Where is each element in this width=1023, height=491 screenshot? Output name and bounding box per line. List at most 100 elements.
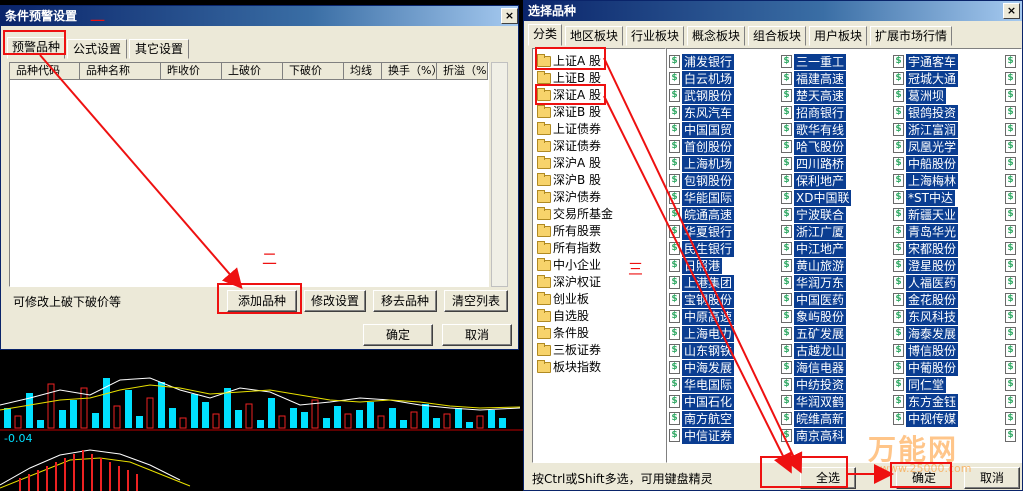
stock-item[interactable]: $ 日照港 — [669, 257, 723, 274]
stock-item[interactable]: $ 招商银行 — [781, 104, 847, 121]
tab-industry[interactable]: 行业板块 — [626, 26, 684, 46]
stock-item[interactable]: $ 同仁堂 — [893, 376, 947, 393]
stock-item[interactable]: $ — [1005, 376, 1018, 393]
stock-item[interactable]: $ 中信证券 — [669, 427, 735, 444]
tab-user-sector[interactable]: 用户板块 — [809, 26, 867, 46]
tab-formula-settings[interactable]: 公式设置 — [67, 39, 127, 59]
category-item[interactable]: 条件股 — [535, 325, 589, 342]
category-item[interactable]: 上证A 股 — [535, 53, 601, 70]
category-item[interactable]: 所有指数 — [535, 240, 601, 257]
stock-item[interactable]: $ 华润双鹤 — [781, 393, 847, 410]
stock-item[interactable]: $ 中原高速 — [669, 308, 735, 325]
stock-item[interactable]: $ 上海机场 — [669, 155, 735, 172]
stock-item[interactable]: $ 上港集团 — [669, 274, 735, 291]
alert-settings-close-button[interactable]: × — [501, 8, 518, 24]
stock-item[interactable]: $ 宝钢股份 — [669, 291, 735, 308]
category-item[interactable]: 深沪债券 — [535, 189, 601, 206]
category-item[interactable]: 上证B 股 — [535, 70, 601, 87]
stock-item[interactable]: $ 中船股份 — [893, 155, 959, 172]
col-symbol-code[interactable]: 品种代码 — [10, 63, 80, 80]
stock-item[interactable]: $ *ST中达 — [893, 189, 955, 206]
col-upper-break[interactable]: 上破价 — [222, 63, 283, 80]
clear-list-button[interactable]: 清空列表 — [444, 290, 508, 312]
stock-item[interactable]: $ 宇通客车 — [893, 53, 959, 70]
stock-item[interactable]: $ — [1005, 257, 1018, 274]
stock-item[interactable]: $ — [1005, 138, 1018, 155]
stock-item[interactable]: $ 中视传媒 — [893, 410, 959, 427]
stock-item[interactable]: $ 南京高科 — [781, 427, 847, 444]
alert-symbol-list[interactable]: 品种代码 品种名称 昨收价 上破价 下破价 均线 换手（%） 折溢（%） — [9, 62, 489, 287]
alert-cancel-button[interactable]: 取消 — [442, 324, 512, 346]
stock-item[interactable]: $ 首创股份 — [669, 138, 735, 155]
stock-item[interactable]: $ 宁波联合 — [781, 206, 847, 223]
stock-item[interactable]: $ — [1005, 172, 1018, 189]
stock-item[interactable]: $ 海泰发展 — [893, 325, 959, 342]
stock-item[interactable]: $ 青岛华光 — [893, 223, 959, 240]
stock-item[interactable]: $ 白云机场 — [669, 70, 735, 87]
alert-ok-button[interactable]: 确定 — [363, 324, 433, 346]
stock-item[interactable]: $ — [1005, 342, 1018, 359]
stock-item[interactable]: $ 楚天高速 — [781, 87, 847, 104]
tab-combination[interactable]: 组合板块 — [748, 26, 806, 46]
stock-item[interactable]: $ — [1005, 87, 1018, 104]
stock-item[interactable]: $ 中国医药 — [781, 291, 847, 308]
stock-item[interactable]: $ 冠城大通 — [893, 70, 959, 87]
stock-item[interactable]: $ 海信电器 — [781, 359, 847, 376]
category-item[interactable]: 上证债券 — [535, 121, 601, 138]
stock-item[interactable]: $ — [1005, 240, 1018, 257]
stock-item[interactable]: $ 华电国际 — [669, 376, 735, 393]
stock-item[interactable]: $ — [1005, 325, 1018, 342]
stock-item[interactable]: $ 古越龙山 — [781, 342, 847, 359]
stock-item[interactable]: $ 葛洲坝 — [893, 87, 947, 104]
category-item[interactable]: 自选股 — [535, 308, 589, 325]
stock-item[interactable]: $ 澄星股份 — [893, 257, 959, 274]
stock-item[interactable]: $ 哈飞股份 — [781, 138, 847, 155]
stock-item[interactable]: $ 皖通高速 — [669, 206, 735, 223]
stock-item[interactable]: $ — [1005, 104, 1018, 121]
tab-category[interactable]: 分类 — [528, 24, 562, 46]
select-cancel-button[interactable]: 取消 — [964, 467, 1020, 489]
stock-item[interactable]: $ 歌华有线 — [781, 121, 847, 138]
stock-item[interactable]: $ — [1005, 410, 1018, 427]
stock-item[interactable]: $ XD中国联 — [781, 189, 852, 206]
stock-item[interactable]: $ 东方金钰 — [893, 393, 959, 410]
tab-other-settings[interactable]: 其它设置 — [129, 39, 189, 59]
category-item[interactable]: 深沪B 股 — [535, 172, 601, 189]
stock-item[interactable]: $ 新疆天业 — [893, 206, 959, 223]
category-item[interactable]: 板块指数 — [535, 359, 601, 376]
stock-item[interactable]: $ 博信股份 — [893, 342, 959, 359]
stock-item[interactable]: $ 浦发银行 — [669, 53, 735, 70]
stock-item[interactable]: $ 东风科技 — [893, 308, 959, 325]
stock-item[interactable]: $ 中海发展 — [669, 359, 735, 376]
modify-settings-button[interactable]: 修改设置 — [304, 290, 366, 312]
stock-item[interactable]: $ — [1005, 427, 1018, 444]
stock-item[interactable]: $ — [1005, 223, 1018, 240]
stock-item[interactable]: $ 包钢股份 — [669, 172, 735, 189]
col-symbol-name[interactable]: 品种名称 — [80, 63, 161, 80]
stock-item[interactable]: $ 上海梅林 — [893, 172, 959, 189]
tab-region[interactable]: 地区板块 — [565, 26, 623, 46]
stock-item[interactable]: $ 银鸽投资 — [893, 104, 959, 121]
add-symbol-button[interactable]: 添加品种 — [227, 290, 297, 312]
stock-item[interactable]: $ — [1005, 206, 1018, 223]
stock-item[interactable]: $ 南方航空 — [669, 410, 735, 427]
category-item[interactable]: 三板证券 — [535, 342, 601, 359]
stock-item[interactable]: $ — [1005, 274, 1018, 291]
select-all-button[interactable]: 全选 — [800, 467, 856, 489]
tab-concept[interactable]: 概念板块 — [687, 26, 745, 46]
category-item[interactable]: 所有股票 — [535, 223, 601, 240]
remove-symbol-button[interactable]: 移去品种 — [373, 290, 437, 312]
stock-item[interactable]: $ 凤凰光学 — [893, 138, 959, 155]
stock-item[interactable]: $ — [1005, 189, 1018, 206]
stock-item[interactable]: $ 保利地产 — [781, 172, 847, 189]
col-moving-average[interactable]: 均线 — [344, 63, 382, 80]
category-list[interactable]: 上证A 股上证B 股深证A 股深证B 股上证债券 深证债券 深沪A 股深沪B 股深沪… — [532, 48, 666, 463]
stock-item[interactable]: $ 浙江富润 — [893, 121, 959, 138]
stock-item[interactable]: $ 宋都股份 — [893, 240, 959, 257]
category-item[interactable]: 深证A 股 — [535, 87, 601, 104]
tab-alert-symbols[interactable]: 预警品种 — [7, 37, 65, 59]
category-item[interactable]: 中小企业 — [535, 257, 601, 274]
col-premium[interactable]: 折溢（%） — [437, 63, 488, 80]
stock-item[interactable]: $ 皖维高新 — [781, 410, 847, 427]
stock-item[interactable]: $ — [1005, 291, 1018, 308]
